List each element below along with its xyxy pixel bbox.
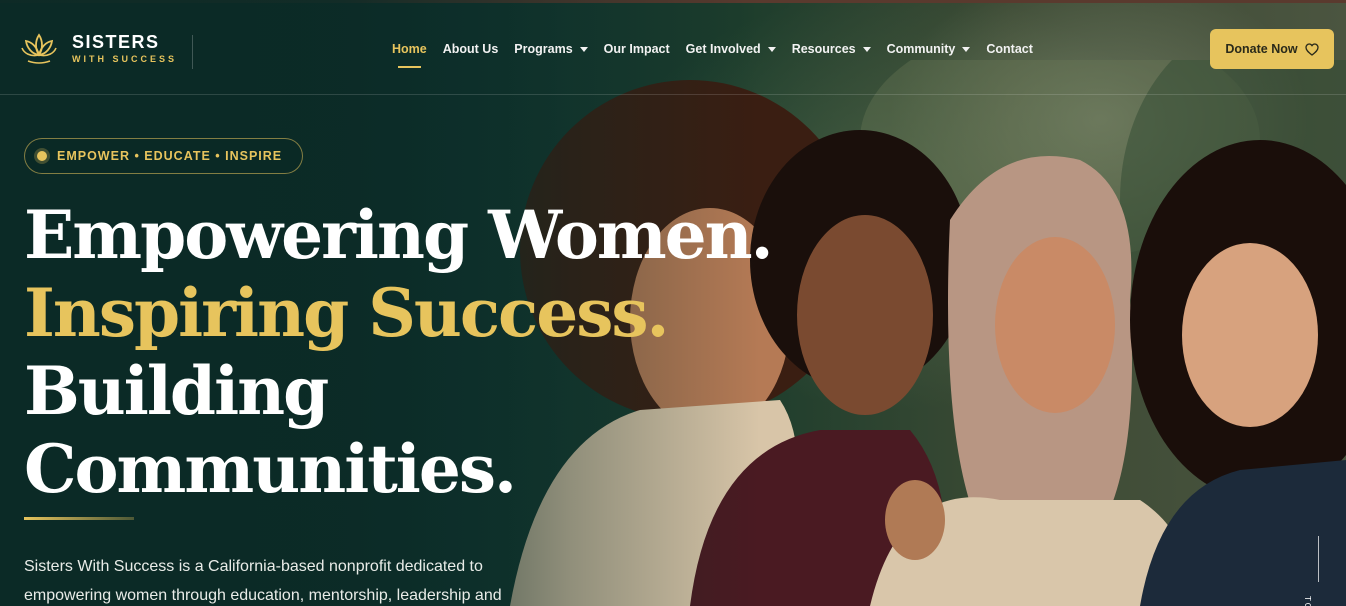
nav-home[interactable]: Home (392, 39, 427, 68)
chevron-down-icon (962, 46, 971, 52)
nav-get-involved-label: Get Involved (685, 42, 761, 56)
logo-tagline: WITH SUCCESS (72, 54, 178, 64)
nav-resources-label: Resources (791, 42, 856, 56)
headline-line-3: Building (24, 352, 329, 430)
headline-line-4: Communities. (24, 430, 517, 508)
headline-underline (24, 517, 134, 520)
headline-line-2: Inspiring Success. (24, 274, 669, 352)
hero-description: Sisters With Success is a California-bas… (24, 558, 502, 604)
scroll-indicator-line (1318, 536, 1319, 582)
nav-about-us[interactable]: About Us (443, 39, 499, 59)
header-divider (192, 35, 193, 69)
logo-name: SISTERS (72, 32, 160, 52)
tagline-pill-text: EMPOWER • EDUCATE • INSPIRE (57, 149, 283, 163)
nav-about-us-label: About Us (442, 42, 499, 56)
nav-home-label: Home (392, 42, 427, 56)
donate-label: Donate Now (1225, 42, 1298, 56)
chevron-down-icon (579, 46, 588, 52)
nav-programs-label: Programs (514, 42, 573, 56)
heart-icon (1304, 42, 1319, 56)
nav-our-impact-label: Our Impact (603, 42, 670, 56)
nav-contact[interactable]: Contact (986, 39, 1033, 59)
pill-dot-icon (37, 151, 47, 161)
tagline-pill: EMPOWER • EDUCATE • INSPIRE (24, 138, 304, 174)
site-header: SISTERS WITH SUCCESS Home About Us Progr… (0, 3, 1346, 95)
headline-line-1: Empowering Women. (24, 196, 774, 274)
nav-get-involved[interactable]: Get Involved (686, 39, 776, 59)
lotus-icon (21, 33, 57, 64)
nav-programs[interactable]: Programs (514, 39, 588, 59)
site-logo[interactable]: SISTERS WITH SUCCESS (20, 31, 177, 67)
chevron-down-icon (862, 46, 871, 52)
scroll-indicator-text[interactable]: TO (1303, 596, 1312, 606)
chevron-down-icon (767, 46, 776, 52)
donate-button[interactable]: Donate Now (1210, 29, 1334, 69)
hero-headline: Empowering Women. Inspiring Success. Bui… (24, 196, 774, 508)
hero-section: SISTERS WITH SUCCESS Home About Us Progr… (0, 0, 1346, 606)
nav-resources[interactable]: Resources (792, 39, 871, 59)
nav-community-label: Community (886, 42, 956, 56)
logo-text: SISTERS WITH SUCCESS (72, 32, 177, 66)
main-nav: Home About Us Programs Our Impact Get In… (392, 39, 1049, 68)
nav-community[interactable]: Community (887, 39, 971, 59)
nav-contact-label: Contact (986, 42, 1033, 56)
nav-our-impact[interactable]: Our Impact (604, 39, 670, 59)
